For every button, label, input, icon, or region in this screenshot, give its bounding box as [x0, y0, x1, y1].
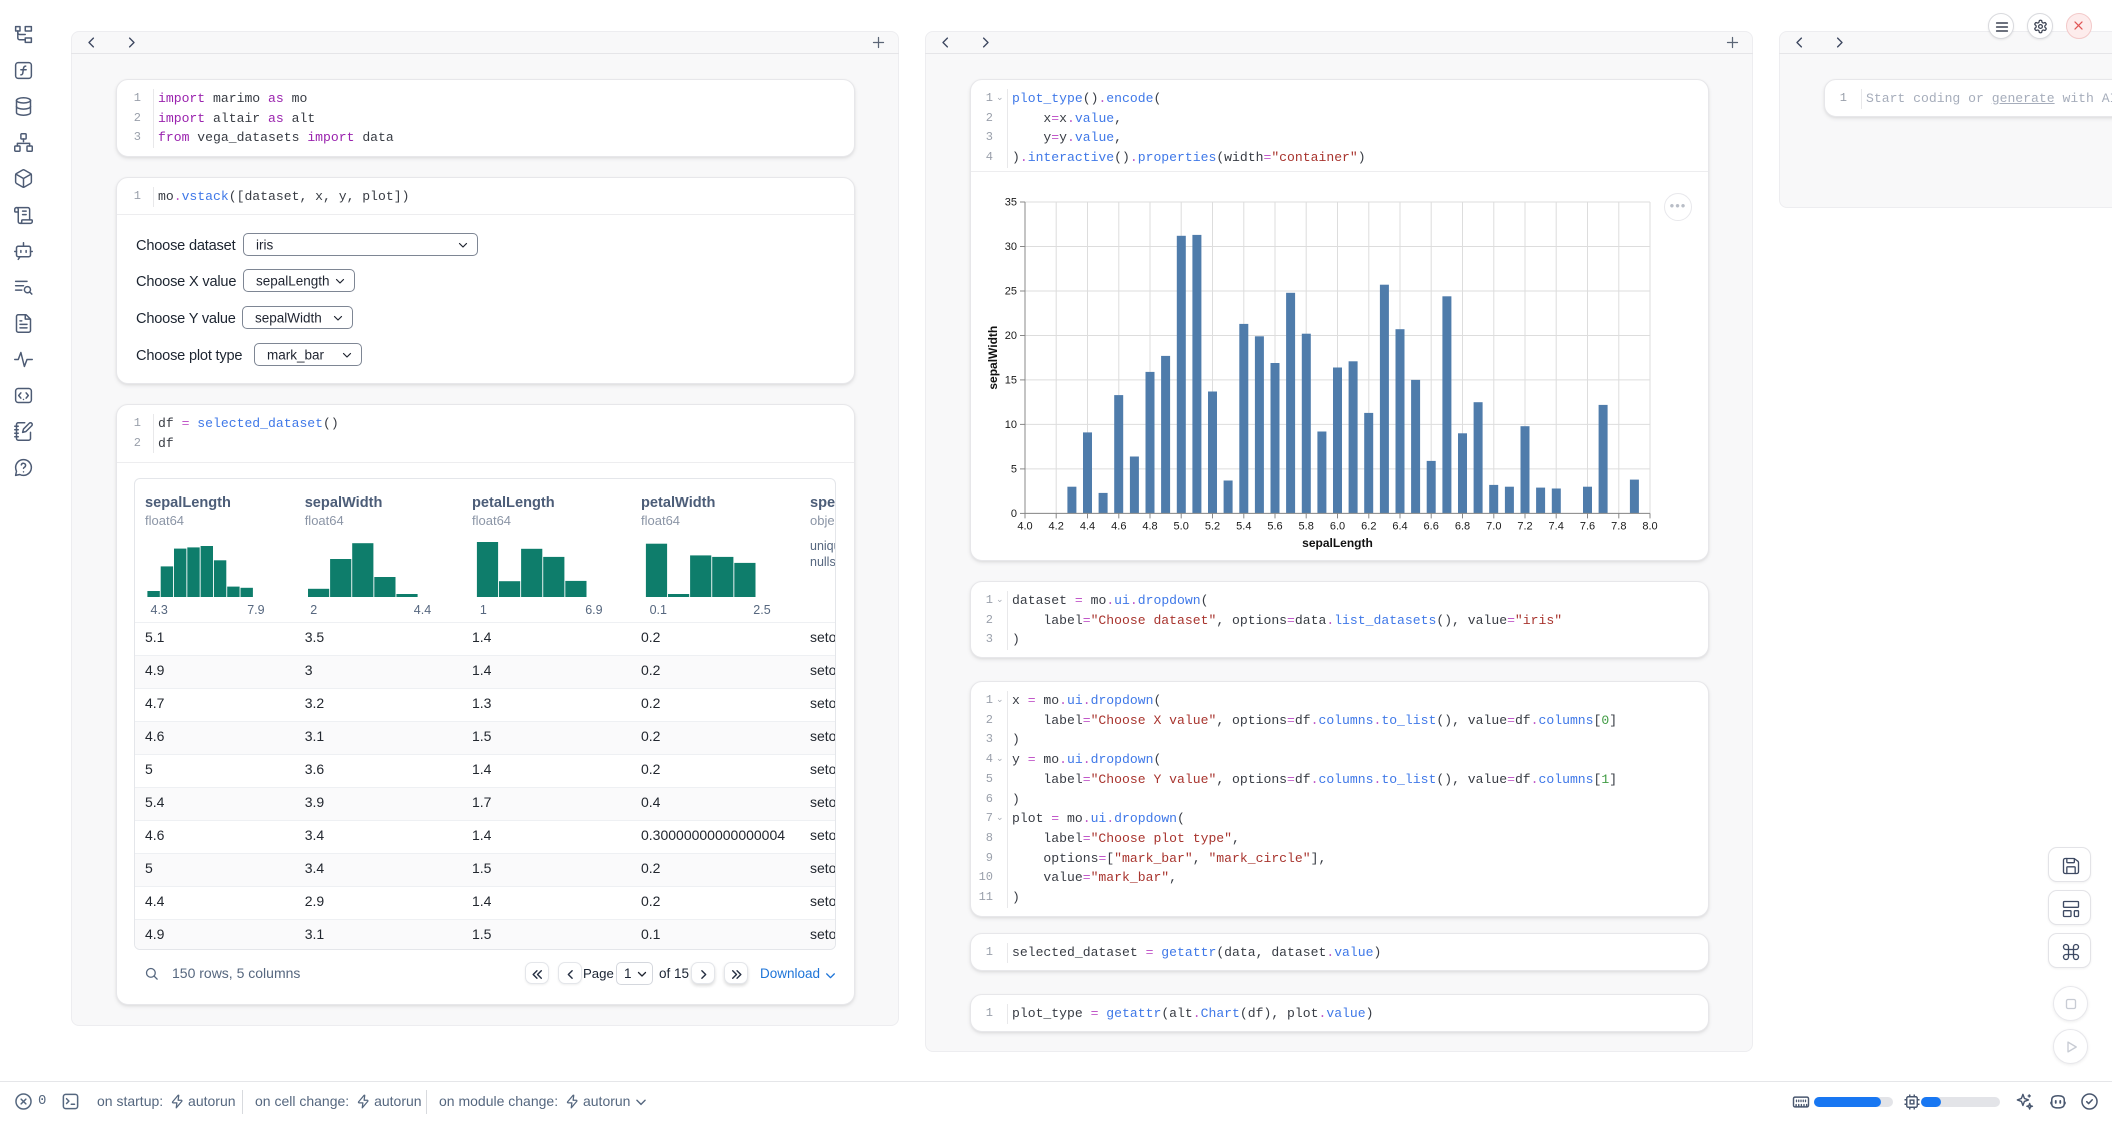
svg-text:20: 20: [1005, 330, 1017, 342]
svg-text:4.6: 4.6: [1111, 520, 1126, 532]
svg-text:6.2: 6.2: [1361, 520, 1376, 532]
svg-text:sepalWidth: sepalWidth: [986, 326, 1000, 390]
svg-text:7.2: 7.2: [1517, 520, 1532, 532]
svg-text:4.2: 4.2: [1049, 520, 1064, 532]
svg-text:5.8: 5.8: [1299, 520, 1314, 532]
svg-text:7.4: 7.4: [1549, 520, 1564, 532]
svg-text:7.0: 7.0: [1486, 520, 1501, 532]
svg-text:5.2: 5.2: [1205, 520, 1220, 532]
svg-text:7.8: 7.8: [1611, 520, 1626, 532]
svg-text:0: 0: [1011, 508, 1017, 520]
svg-text:5: 5: [1011, 463, 1017, 475]
svg-text:30: 30: [1005, 241, 1017, 253]
svg-text:4.0: 4.0: [1017, 520, 1032, 532]
svg-text:7.6: 7.6: [1580, 520, 1595, 532]
svg-text:4.8: 4.8: [1142, 520, 1157, 532]
svg-text:8.0: 8.0: [1642, 520, 1657, 532]
svg-text:6.6: 6.6: [1424, 520, 1439, 532]
svg-text:5.0: 5.0: [1174, 520, 1189, 532]
svg-text:10: 10: [1005, 419, 1017, 431]
svg-text:15: 15: [1005, 374, 1017, 386]
svg-text:5.6: 5.6: [1267, 520, 1282, 532]
svg-text:5.4: 5.4: [1236, 520, 1251, 532]
svg-text:25: 25: [1005, 286, 1017, 298]
svg-text:sepalLength: sepalLength: [1302, 536, 1373, 550]
svg-text:6.0: 6.0: [1330, 520, 1345, 532]
svg-text:6.8: 6.8: [1455, 520, 1470, 532]
svg-text:6.4: 6.4: [1392, 520, 1407, 532]
svg-text:35: 35: [1005, 197, 1017, 209]
svg-text:4.4: 4.4: [1080, 520, 1095, 532]
